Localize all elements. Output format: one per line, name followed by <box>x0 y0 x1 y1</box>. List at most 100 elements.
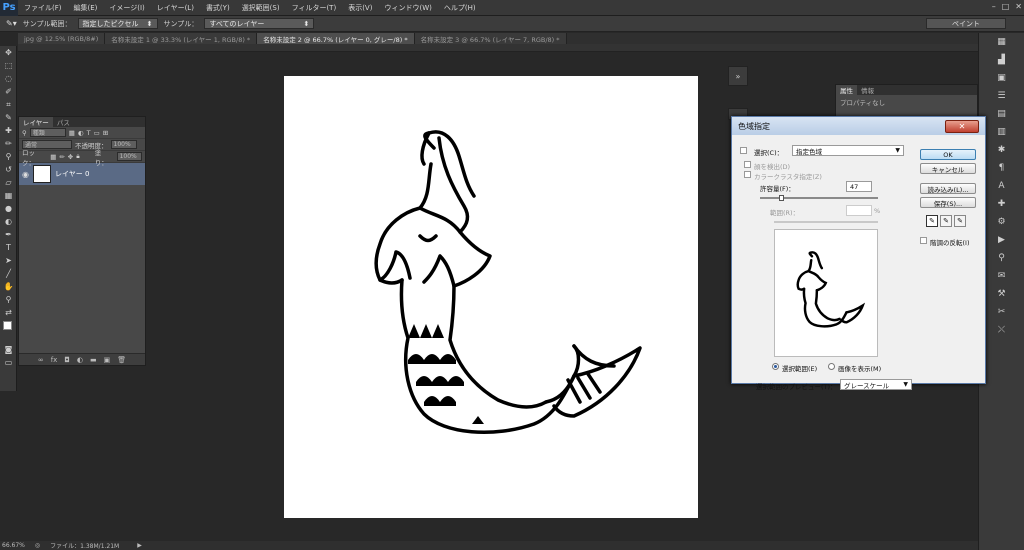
adjustment-icon[interactable]: ◐ <box>77 356 83 364</box>
brush-tool-icon[interactable]: ✏ <box>0 137 17 150</box>
layer-filter-select[interactable]: 種類 <box>29 128 66 137</box>
tab-layers[interactable]: レイヤー <box>19 117 53 127</box>
save-button[interactable]: 保存(S)... <box>920 197 976 208</box>
foreground-color-swatch[interactable] <box>3 321 12 330</box>
eyedropper-plus-icon[interactable]: ✎ <box>940 215 952 227</box>
quick-mask-icon[interactable]: ◙ <box>0 343 17 356</box>
navigator-icon[interactable]: ▣ <box>979 69 1024 87</box>
adjustments-icon[interactable]: ☰ <box>979 87 1024 105</box>
tab-info[interactable]: 情報 <box>857 85 878 95</box>
trash-icon[interactable]: 🗑︎ <box>117 356 126 364</box>
tab-properties[interactable]: 属性 <box>836 85 857 95</box>
doc-tab-1[interactable]: 名称未設定 1 @ 33.3% (レイヤー 1, RGB/8) * <box>105 33 258 44</box>
new-layer-icon[interactable]: ▣ <box>104 356 111 364</box>
menu-help[interactable]: ヘルプ(H) <box>438 3 482 13</box>
menu-image[interactable]: イメージ(I) <box>103 3 150 13</box>
lock-pixels-icon[interactable]: ✏ <box>59 153 64 161</box>
eyedropper-tool-icon[interactable]: ✎▾ <box>6 19 17 28</box>
status-icon[interactable]: ◎ <box>35 542 40 549</box>
marquee-tool-icon[interactable]: ⬚ <box>0 59 17 72</box>
history-icon[interactable]: ▦ <box>979 33 1024 51</box>
menu-view[interactable]: 表示(V) <box>342 3 378 13</box>
crop-tool-icon[interactable]: ⌗ <box>0 98 17 111</box>
radio-selection[interactable] <box>772 363 779 370</box>
range-slider-track[interactable] <box>774 221 878 223</box>
fx-icon[interactable]: fx <box>51 356 58 364</box>
close-icon[interactable]: ✕ <box>1015 2 1022 11</box>
menu-filter[interactable]: フィルター(T) <box>286 3 343 13</box>
lock-transparent-icon[interactable]: ▦ <box>50 153 56 161</box>
pen-tool-icon[interactable]: ✒ <box>0 228 17 241</box>
menu-type[interactable]: 書式(Y) <box>200 3 236 13</box>
mask-icon[interactable]: ◘ <box>64 356 70 364</box>
menu-window[interactable]: ウィンドウ(W) <box>378 3 437 13</box>
fuzziness-field[interactable]: 47 <box>846 181 872 192</box>
clone-stamp-tool-icon[interactable]: ⚲ <box>0 150 17 163</box>
line-tool-icon[interactable]: ╱ <box>0 267 17 280</box>
sample-size-select[interactable]: 指定したピクセル ⬍ <box>77 18 158 29</box>
quick-select-tool-icon[interactable]: ✐ <box>0 85 17 98</box>
sample-select[interactable]: すべてのレイヤー ⬍ <box>204 18 315 29</box>
minimize-icon[interactable]: – <box>992 2 996 11</box>
eraser-tool-icon[interactable]: ▱ <box>0 176 17 189</box>
dodge-tool-icon[interactable]: ◐ <box>0 215 17 228</box>
eyedropper-icon[interactable]: ✎ <box>926 215 938 227</box>
layer-row[interactable]: ◉ レイヤー 0 <box>19 163 145 185</box>
opacity-field[interactable]: 100% <box>110 140 137 149</box>
menu-select[interactable]: 選択範囲(S) <box>236 3 286 13</box>
filter-shape-icon[interactable]: ▭ <box>94 129 100 137</box>
zoom-tool-icon[interactable]: ⚲ <box>0 293 17 306</box>
menu-layer[interactable]: レイヤー(L) <box>151 3 200 13</box>
lock-position-icon[interactable]: ✥ <box>68 153 73 161</box>
menu-edit[interactable]: 編集(E) <box>68 3 104 13</box>
histogram-icon[interactable]: ▟ <box>979 51 1024 69</box>
lasso-tool-icon[interactable]: ◌ <box>0 72 17 85</box>
move-tool-icon[interactable]: ✥ <box>0 46 17 59</box>
filter-smart-icon[interactable]: ⊞ <box>103 129 108 137</box>
doc-tab-3[interactable]: 名称未設定 3 @ 66.7% (レイヤー 7, RGB/8) * <box>414 33 567 44</box>
fuzziness-slider-thumb[interactable] <box>779 195 785 201</box>
type-tool-icon[interactable]: T <box>0 241 17 254</box>
invert-checkbox[interactable] <box>920 237 927 244</box>
doc-tab-2[interactable]: 名称未設定 2 @ 66.7% (レイヤー 0, グレー/8) * <box>257 33 415 44</box>
color-swatches[interactable] <box>0 319 16 343</box>
status-arrow-icon[interactable]: ▶ <box>137 542 142 549</box>
filter-type-icon[interactable]: T <box>87 129 91 137</box>
collapsed-panel-dock[interactable]: » <box>728 66 748 86</box>
healing-brush-tool-icon[interactable]: ✚ <box>0 124 17 137</box>
document-canvas[interactable] <box>284 76 698 518</box>
hand-tool-icon[interactable]: ✋ <box>0 280 17 293</box>
path-select-tool-icon[interactable]: ➤ <box>0 254 17 267</box>
radio-image[interactable] <box>828 363 835 370</box>
screen-mode-icon[interactable]: ▭ <box>0 356 17 369</box>
lock-all-icon[interactable]: 🔒︎ <box>76 152 79 161</box>
eyedropper-minus-icon[interactable]: ✎ <box>954 215 966 227</box>
zoom-level[interactable]: 66.67% <box>2 542 25 549</box>
filter-adjust-icon[interactable]: ◐ <box>78 129 84 137</box>
dialog-toggle-checkbox[interactable] <box>740 147 747 154</box>
fuzziness-slider-track[interactable] <box>760 197 878 199</box>
blur-tool-icon[interactable]: ● <box>0 202 17 215</box>
link-icon[interactable]: ∞ <box>38 356 44 364</box>
history-brush-tool-icon[interactable]: ↺ <box>0 163 17 176</box>
gradient-tool-icon[interactable]: ▦ <box>0 189 17 202</box>
folder-icon[interactable]: ▬ <box>90 356 97 364</box>
doc-tab-0[interactable]: jpg @ 12.5% (RGB/8#) <box>18 33 106 44</box>
preview-mode-select[interactable]: グレースケール ▼ <box>840 379 912 390</box>
maximize-icon[interactable]: □ <box>1002 2 1010 11</box>
menu-file[interactable]: ファイル(F) <box>18 3 68 13</box>
ok-button[interactable]: OK <box>920 149 976 160</box>
detect-faces-checkbox[interactable] <box>744 161 751 168</box>
load-button[interactable]: 読み込み(L)... <box>920 183 976 194</box>
eye-icon[interactable]: ◉ <box>22 170 29 179</box>
swap-colors-icon[interactable]: ⇄ <box>0 306 17 319</box>
workspace-select[interactable]: ペイント <box>926 18 1006 29</box>
dialog-close-button[interactable]: ✕ <box>945 120 979 133</box>
fill-field[interactable]: 100% <box>116 152 142 161</box>
filter-pixel-icon[interactable]: ▦ <box>69 129 75 137</box>
select-dropdown[interactable]: 指定色域 ▼ <box>792 145 904 156</box>
tab-paths[interactable]: パス <box>53 117 74 127</box>
eyedropper-tool-icon[interactable]: ✎ <box>0 111 17 124</box>
cancel-button[interactable]: キャンセル <box>920 163 976 174</box>
range-field[interactable] <box>846 205 872 216</box>
